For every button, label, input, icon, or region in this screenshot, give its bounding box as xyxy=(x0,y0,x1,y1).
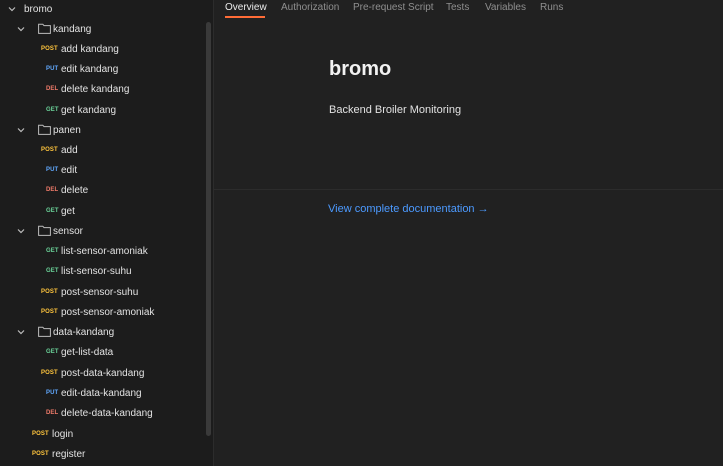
folder-label: panen xyxy=(53,124,81,136)
request-add-kandang[interactable]: POST add kandang xyxy=(0,39,204,59)
method-badge: POST xyxy=(32,451,49,457)
chevron-down-icon[interactable] xyxy=(16,24,26,34)
tab-variables[interactable]: Variables xyxy=(485,2,526,13)
request-label: get xyxy=(61,205,75,217)
chevron-down-icon[interactable] xyxy=(16,125,26,135)
request-edit-data-kandang[interactable]: PUT edit-data-kandang xyxy=(0,383,204,403)
folder-icon xyxy=(38,124,51,135)
tab-pre-request-script[interactable]: Pre-request Script xyxy=(353,2,434,13)
request-label: delete kandang xyxy=(61,83,130,95)
request-get[interactable]: GET get xyxy=(0,201,204,221)
method-badge: PUT xyxy=(46,66,59,72)
request-label: delete xyxy=(61,184,89,196)
method-badge: POST xyxy=(41,289,58,295)
request-label: post-sensor-suhu xyxy=(61,286,139,298)
method-badge: POST xyxy=(41,46,58,52)
method-badge: PUT xyxy=(46,390,59,396)
request-register[interactable]: POST register xyxy=(0,444,204,464)
tab-runs[interactable]: Runs xyxy=(540,2,563,13)
request-label: post-data-kandang xyxy=(61,367,145,379)
method-badge: PUT xyxy=(46,167,59,173)
request-get-list-data[interactable]: GET get-list-data xyxy=(0,342,204,362)
request-label: login xyxy=(52,428,74,440)
request-label: edit xyxy=(61,164,78,176)
folder-sensor[interactable]: sensor xyxy=(0,221,204,241)
sidebar-scrollbar[interactable] xyxy=(206,22,211,436)
folder-label: kandang xyxy=(53,23,92,35)
request-delete-kandang[interactable]: DEL delete kandang xyxy=(0,79,204,99)
tab-bar: Overview Authorization Pre-request Scrip… xyxy=(214,0,723,20)
method-badge: DEL xyxy=(46,410,59,416)
request-post-data-kandang[interactable]: POST post-data-kandang xyxy=(0,363,204,383)
request-post-sensor-amoniak[interactable]: POST post-sensor-amoniak xyxy=(0,302,204,322)
folder-icon xyxy=(38,225,51,236)
folder-label: sensor xyxy=(53,225,84,237)
request-login[interactable]: POST login xyxy=(0,424,204,444)
folder-label: data-kandang xyxy=(53,326,115,338)
request-delete-data-kandang[interactable]: DEL delete-data-kandang xyxy=(0,403,204,423)
chevron-down-icon[interactable] xyxy=(7,4,17,14)
request-label: post-sensor-amoniak xyxy=(61,306,155,318)
request-label: list-sensor-amoniak xyxy=(61,245,148,257)
method-badge: GET xyxy=(46,268,59,274)
collection-overview-panel: Overview Authorization Pre-request Scrip… xyxy=(214,0,723,466)
folder-panen[interactable]: panen xyxy=(0,120,204,140)
method-badge: POST xyxy=(32,431,49,437)
request-get-kandang[interactable]: GET get kandang xyxy=(0,100,204,120)
tab-overview[interactable]: Overview xyxy=(225,2,267,13)
request-label: get kandang xyxy=(61,104,117,116)
request-edit-kandang[interactable]: PUT edit kandang xyxy=(0,59,204,79)
request-label: delete-data-kandang xyxy=(61,407,153,419)
request-label: edit-data-kandang xyxy=(61,387,142,399)
section-divider xyxy=(214,189,723,190)
request-label: register xyxy=(52,448,86,460)
request-label: edit kandang xyxy=(61,63,119,75)
method-badge: GET xyxy=(46,107,59,113)
collection-title[interactable]: bromo xyxy=(329,58,391,81)
method-badge: GET xyxy=(46,349,59,355)
active-tab-indicator xyxy=(225,16,265,18)
folder-kandang[interactable]: kandang xyxy=(0,19,204,39)
collection-sidebar: bromo kandang POST add kandang PUT edit … xyxy=(0,0,214,466)
request-label: add xyxy=(61,144,78,156)
chevron-down-icon[interactable] xyxy=(16,226,26,236)
method-badge: POST xyxy=(41,370,58,376)
collection-root[interactable]: bromo xyxy=(0,0,204,19)
folder-data-kandang[interactable]: data-kandang xyxy=(0,322,204,342)
folder-icon xyxy=(38,23,51,34)
request-delete[interactable]: DEL delete xyxy=(0,180,204,200)
request-edit[interactable]: PUT edit xyxy=(0,160,204,180)
tab-authorization[interactable]: Authorization xyxy=(281,2,339,13)
method-badge: POST xyxy=(41,147,58,153)
tab-tests[interactable]: Tests xyxy=(446,2,469,13)
method-badge: POST xyxy=(41,309,58,315)
folder-icon xyxy=(38,326,51,337)
request-label: add kandang xyxy=(61,43,119,55)
chevron-down-icon[interactable] xyxy=(16,327,26,337)
request-list-sensor-suhu[interactable]: GET list-sensor-suhu xyxy=(0,261,204,281)
method-badge: DEL xyxy=(46,86,59,92)
collection-name: bromo xyxy=(24,3,53,15)
request-add[interactable]: POST add xyxy=(0,140,204,160)
request-post-sensor-suhu[interactable]: POST post-sensor-suhu xyxy=(0,282,204,302)
request-list-sensor-amoniak[interactable]: GET list-sensor-amoniak xyxy=(0,241,204,261)
method-badge: DEL xyxy=(46,187,59,193)
request-label: list-sensor-suhu xyxy=(61,265,132,277)
collection-description[interactable]: Backend Broiler Monitoring xyxy=(329,104,461,116)
method-badge: GET xyxy=(46,248,59,254)
request-label: get-list-data xyxy=(61,346,114,358)
method-badge: GET xyxy=(46,208,59,214)
view-documentation-link[interactable]: View complete documentation → xyxy=(328,203,489,215)
